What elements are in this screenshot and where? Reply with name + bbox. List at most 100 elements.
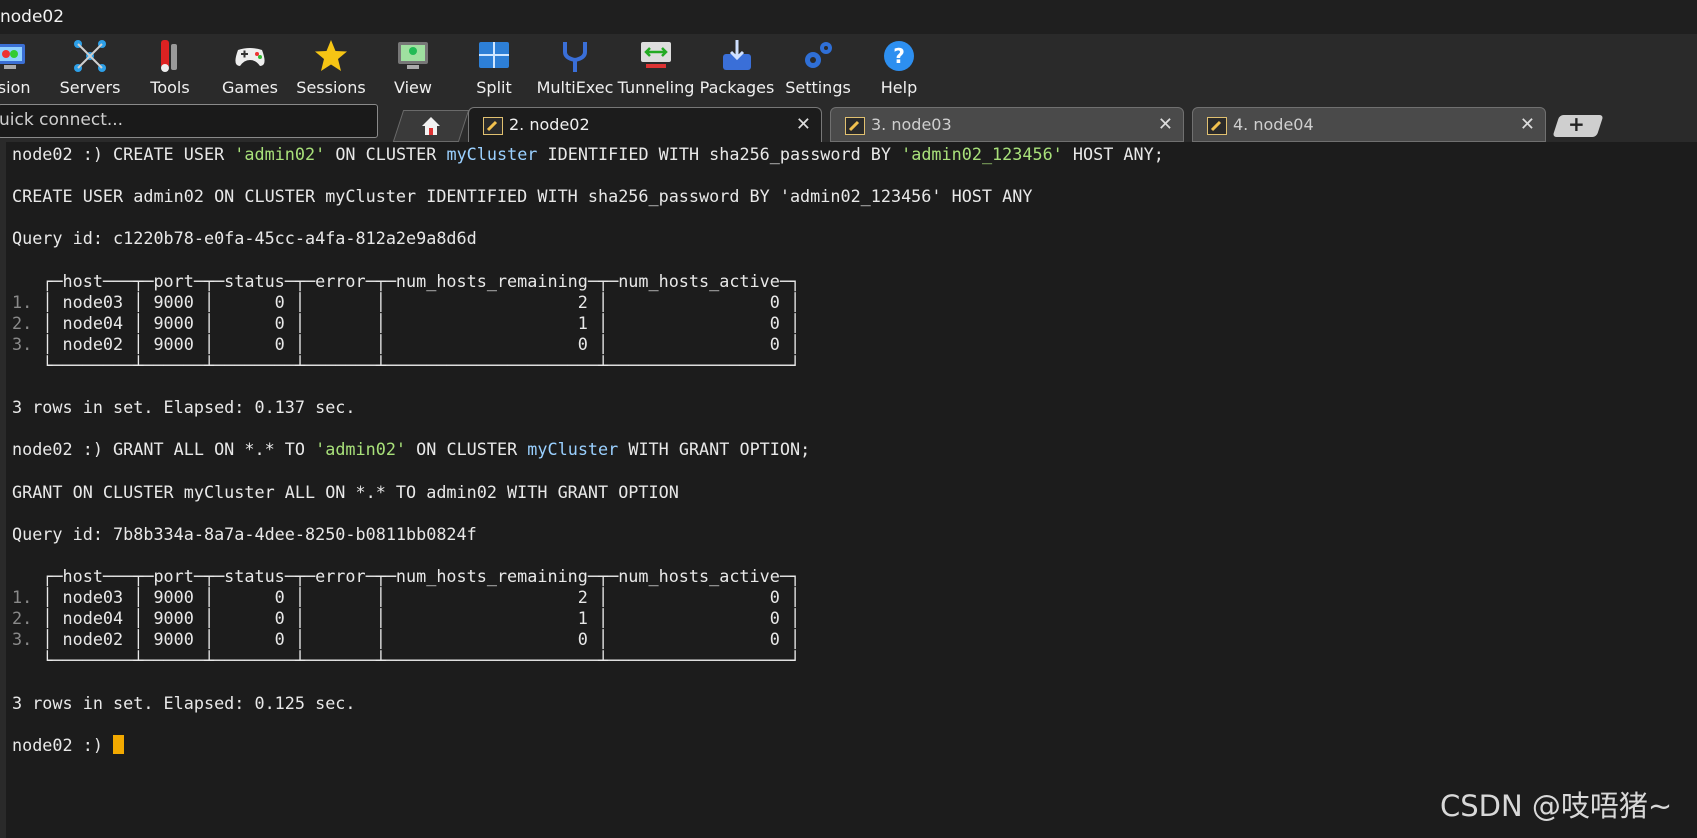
quick-connect-placeholder: uick connect... xyxy=(0,110,124,130)
terminal-line: 1. │ node03 │ 9000 │ 0 │ │ 2 │ 0 │ xyxy=(12,587,800,607)
close-icon[interactable]: ✕ xyxy=(1158,114,1173,135)
terminal-line: node02 :) CREATE USER 'admin02' ON CLUST… xyxy=(12,144,1164,164)
terminal-text: node02 :) CREATE USER xyxy=(12,144,235,164)
terminal-cursor xyxy=(113,734,125,754)
terminal-line: node02 :) GRANT ALL ON *.* TO 'admin02' … xyxy=(12,439,810,459)
tab-node04[interactable]: 4. node04 ✕ xyxy=(1192,107,1546,142)
tools-icon xyxy=(161,40,177,72)
terminal-session-icon xyxy=(483,117,503,135)
servers-network-icon xyxy=(74,40,106,72)
terminal-line: GRANT ON CLUSTER myCluster ALL ON *.* TO… xyxy=(12,482,679,502)
tab-label: 3. node03 xyxy=(871,115,952,134)
terminal-text: ON CLUSTER xyxy=(406,439,528,460)
terminal-line: Query id: 7b8b334a-8a7a-4dee-8250-b0811b… xyxy=(12,524,477,544)
terminal-line: 3. │ node02 │ 9000 │ 0 │ │ 0 │ 0 │ xyxy=(12,334,800,354)
terminal-text: GRANT ON CLUSTER myCluster ALL ON *.* TO… xyxy=(12,481,679,502)
identifier: myCluster xyxy=(527,439,619,460)
star-icon xyxy=(315,40,347,71)
toolbar-button-sessions[interactable]: Sessions xyxy=(291,34,371,100)
terminal-line: └────────┴──────┴────────┴───────┴──────… xyxy=(12,355,800,375)
split-grid-icon xyxy=(479,42,509,68)
terminal-line: 3 rows in set. Elapsed: 0.125 sec. xyxy=(12,693,356,713)
terminal-line: node02 :) xyxy=(12,734,125,755)
toolbar-button-settings[interactable]: Settings xyxy=(778,34,858,100)
terminal-line: ┌─host───┬─port─┬─status─┬─error─┬─num_h… xyxy=(12,271,800,291)
close-icon[interactable]: ✕ xyxy=(1520,114,1535,135)
toolbar-button-help[interactable]: ? Help xyxy=(859,34,939,100)
tab-node02[interactable]: 2. node02 ✕ xyxy=(468,107,822,142)
terminal-session-icon xyxy=(1207,117,1227,135)
terminal-text: │ node03 │ 9000 │ 0 │ │ 2 │ 0 │ xyxy=(42,291,801,312)
terminal-line: 2. │ node04 │ 9000 │ 0 │ │ 1 │ 0 │ xyxy=(12,608,800,628)
toolbar-button-multiexec[interactable]: MultiExec xyxy=(535,34,615,100)
toolbar-button-split[interactable]: Split xyxy=(454,34,534,100)
quick-connect-input[interactable]: uick connect... xyxy=(0,104,378,138)
terminal-line: Query id: c1220b78-e0fa-45cc-a4fa-812a2e… xyxy=(12,228,477,248)
session-monitor-icon xyxy=(0,44,25,69)
plus-icon: + xyxy=(1568,112,1585,136)
terminal-line: CREATE USER admin02 ON CLUSTER myCluster… xyxy=(12,186,1032,206)
package-icon xyxy=(723,40,751,70)
terminal-line: └────────┴──────┴────────┴───────┴──────… xyxy=(12,650,800,670)
toolbar-label: Help xyxy=(880,78,918,97)
row-number: 3. xyxy=(12,629,43,650)
terminal-text: │ node03 │ 9000 │ 0 │ │ 2 │ 0 │ xyxy=(42,587,801,608)
row-number: 1. xyxy=(12,291,43,312)
terminal-text: Query id: 7b8b334a-8a7a-4dee-8250-b0811b… xyxy=(12,523,477,544)
terminal-line: 2. │ node04 │ 9000 │ 0 │ │ 1 │ 0 │ xyxy=(12,313,800,333)
terminal-session-icon xyxy=(845,117,865,135)
terminal-line: ┌─host───┬─port─┬─status─┬─error─┬─num_h… xyxy=(12,566,800,586)
terminal-text: CREATE USER admin02 ON CLUSTER myCluster… xyxy=(12,186,1033,207)
terminal-text: ┌─host───┬─port─┬─status─┬─error─┬─num_h… xyxy=(12,270,801,291)
toolbar-button-tools[interactable]: Tools xyxy=(130,34,210,100)
terminal-text: 3 rows in set. Elapsed: 0.137 sec. xyxy=(12,397,356,418)
string-literal: 'admin02' xyxy=(234,144,326,164)
terminal-line: 3. │ node02 │ 9000 │ 0 │ │ 0 │ 0 │ xyxy=(12,629,800,649)
tab-label: 2. node02 xyxy=(509,115,590,134)
fork-icon xyxy=(563,42,587,72)
terminal-text: │ node04 │ 9000 │ 0 │ │ 1 │ 0 │ xyxy=(42,608,801,629)
terminal-text: │ node04 │ 9000 │ 0 │ │ 1 │ 0 │ xyxy=(42,312,801,333)
tab-node03[interactable]: 3. node03 ✕ xyxy=(830,107,1184,142)
toolbar-button-view[interactable]: View xyxy=(373,34,453,100)
svg-text:?: ? xyxy=(893,44,905,68)
terminal-text: WITH GRANT OPTION; xyxy=(618,439,811,460)
window-title: node02 xyxy=(0,7,65,27)
terminal-text: node02 :) xyxy=(12,734,114,755)
toolbar-button-games[interactable]: Games xyxy=(210,34,290,100)
window-titlebar: node02 xyxy=(0,0,1697,34)
row-number: 1. xyxy=(12,587,43,608)
row-number: 3. xyxy=(12,333,43,354)
terminal-text: └────────┴──────┴────────┴───────┴──────… xyxy=(12,650,801,671)
terminal-text: HOST ANY; xyxy=(1062,144,1164,164)
string-literal: 'admin02_123456' xyxy=(901,144,1063,164)
toolbar-button-tunneling[interactable]: Tunneling xyxy=(616,34,696,100)
terminal-line: 3 rows in set. Elapsed: 0.137 sec. xyxy=(12,397,356,417)
main-toolbar: ssionServersToolsGamesSessionsViewSplitM… xyxy=(0,34,1697,100)
terminal-text: 3 rows in set. Elapsed: 0.125 sec. xyxy=(12,692,356,713)
terminal-text: Query id: c1220b78-e0fa-45cc-a4fa-812a2e… xyxy=(12,228,477,249)
terminal-text: ON CLUSTER xyxy=(325,144,447,164)
row-number: 2. xyxy=(12,608,43,629)
toolbar-button-servers[interactable]: Servers xyxy=(50,34,130,100)
row-number: 2. xyxy=(12,312,43,333)
identifier: myCluster xyxy=(446,144,538,164)
tab-label: 4. node04 xyxy=(1233,115,1314,134)
string-literal: 'admin02' xyxy=(315,439,407,460)
terminal-text: └────────┴──────┴────────┴───────┴──────… xyxy=(12,355,801,375)
terminal-text: node02 :) GRANT ALL ON *.* TO xyxy=(12,439,316,460)
watermark: CSDN @吱唔猪~ xyxy=(1440,789,1673,823)
terminal-view[interactable]: node02 :) CREATE USER 'admin02' ON CLUST… xyxy=(6,142,1697,838)
gamepad-icon xyxy=(235,48,265,66)
tunnel-icon xyxy=(641,42,671,68)
view-monitor-icon xyxy=(398,42,428,69)
gears-icon xyxy=(805,42,832,68)
terminal-line: 1. │ node03 │ 9000 │ 0 │ │ 2 │ 0 │ xyxy=(12,292,800,312)
toolbar-button-packages[interactable]: Packages xyxy=(697,34,777,100)
terminal-text: │ node02 │ 9000 │ 0 │ │ 0 │ 0 │ xyxy=(42,629,801,650)
terminal-text: IDENTIFIED WITH sha256_password BY xyxy=(537,144,902,164)
close-icon[interactable]: ✕ xyxy=(796,114,811,135)
help-icon: ? xyxy=(884,41,914,71)
terminal-text: ┌─host───┬─port─┬─status─┬─error─┬─num_h… xyxy=(12,566,801,586)
home-icon xyxy=(422,117,440,135)
